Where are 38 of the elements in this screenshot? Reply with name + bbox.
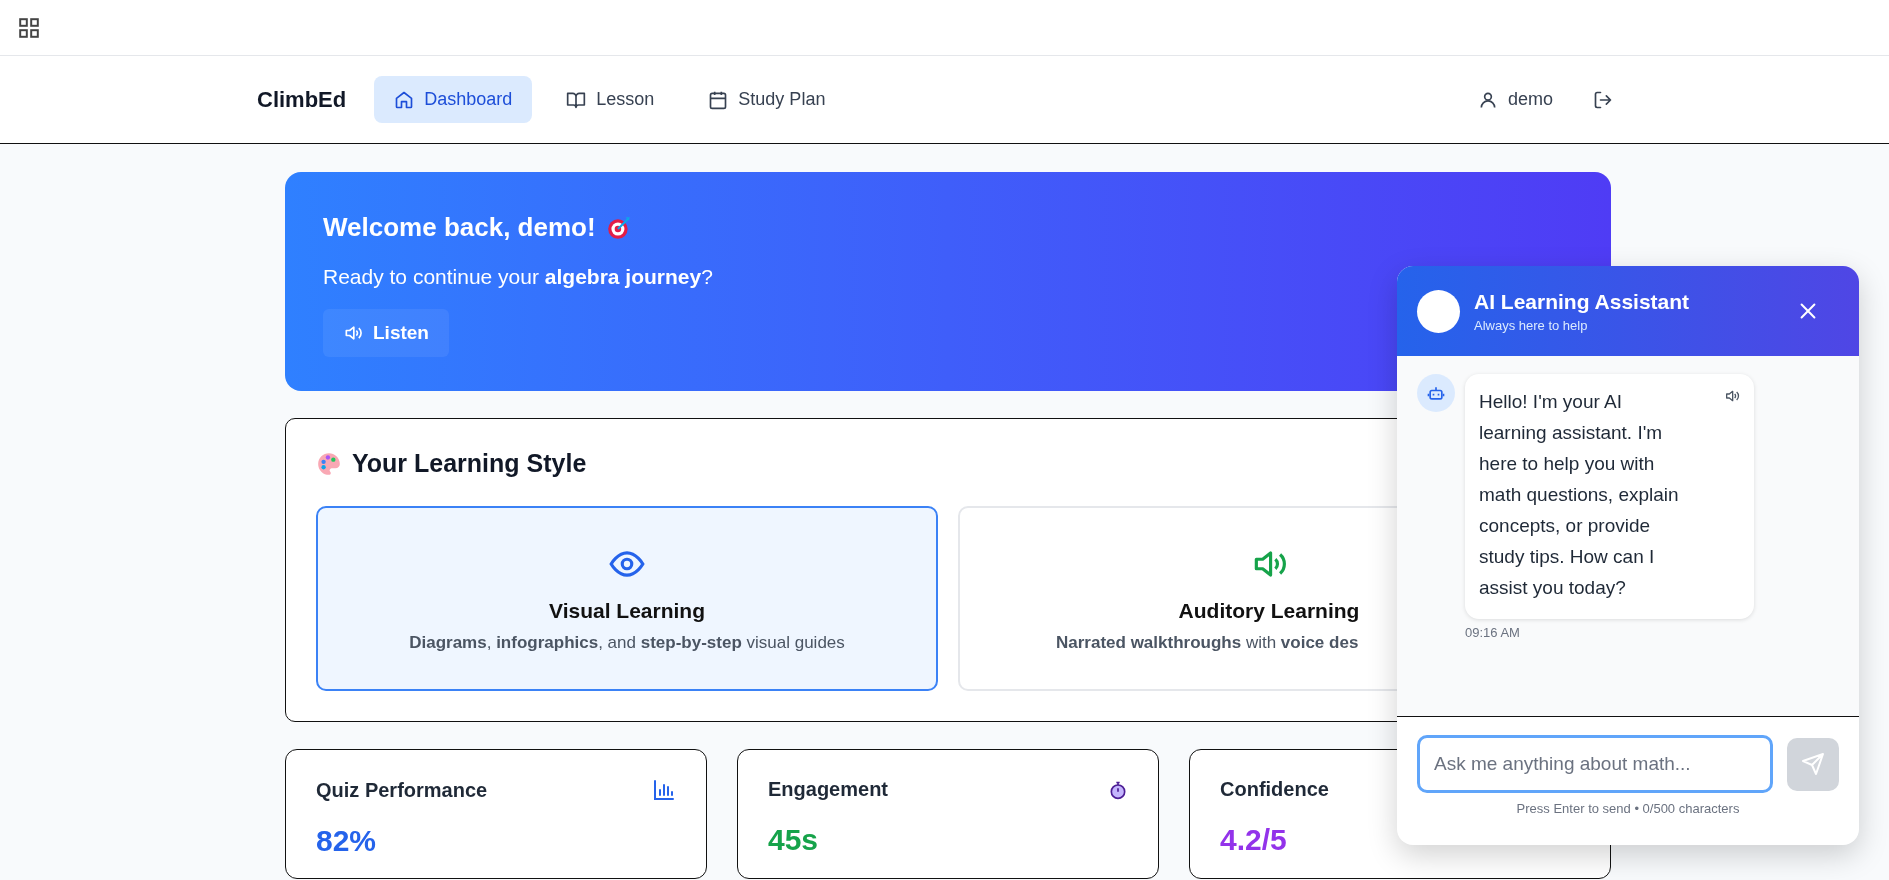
chat-subtitle: Always here to help [1474,317,1589,333]
user-name[interactable]: demo [1507,89,1553,110]
stat-label: Quiz Performance [316,778,488,802]
input-hint: Press Enter to send • 0/500 characters [1516,801,1740,816]
calendar-icon [708,89,729,110]
stat-value: 45s [768,823,820,857]
stat-label: Confidence [1220,778,1329,801]
section-title: Your Learning Style [352,449,587,478]
target-icon [605,214,632,241]
speaker-icon [343,323,363,343]
chat-title: AI Learning Assistant [1474,289,1691,314]
home-icon [394,89,415,110]
stopwatch-icon [1108,779,1128,800]
listen-button[interactable]: Listen [323,309,449,357]
welcome-subtitle: Ready to continue your algebra journey? [323,265,714,289]
apps-grid-icon[interactable] [18,16,40,39]
option-title: Auditory Learning [1178,598,1360,623]
nav-tab[interactable]: Dashboard [374,76,533,123]
stat-value: 4.2/5 [1220,823,1288,857]
stat-value: 82% [316,824,378,858]
bar-chart-icon [652,778,676,802]
assistant-avatar [1417,289,1460,333]
palette-icon [316,450,342,477]
stat-label: Engagement [768,778,889,801]
robot-avatar-icon [1417,374,1455,412]
option-title: Visual Learning [549,598,705,623]
welcome-title: Welcome back, demo! [323,212,596,243]
chat-input-field[interactable]: Ask me anything about math... [1417,735,1773,793]
brand-name[interactable]: ClimbEd [257,86,347,113]
message-time: 09:16 AM [1465,625,1521,640]
nav-tab[interactable]: Study Plan [688,76,846,123]
send-icon [1801,752,1825,776]
speaker-icon[interactable] [1724,388,1740,404]
logout-icon[interactable] [1593,89,1613,110]
learning-style-option[interactable]: Visual Learning Diagrams, infographics, and step-by-step visual guides [316,506,938,691]
nav-tab[interactable]: Lesson [546,76,675,123]
option-description: Diagrams, infographics, and step-by-step visual guides [409,632,845,653]
option-description: Narrated walkthroughs with voice des [1055,632,1359,653]
